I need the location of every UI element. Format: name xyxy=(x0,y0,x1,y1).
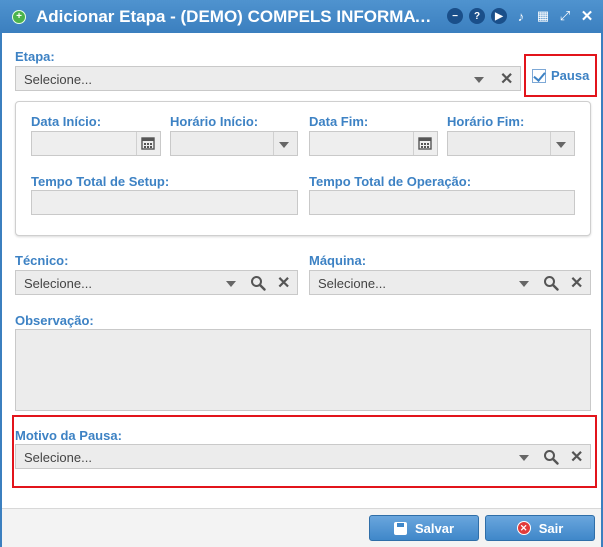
tecnico-select[interactable]: Selecione... ✕ xyxy=(15,270,298,295)
exit-button-label: Sair xyxy=(538,520,564,536)
bell-icon[interactable]: ♪ xyxy=(513,8,529,24)
chevron-down-icon[interactable] xyxy=(556,142,566,148)
separator xyxy=(136,132,137,155)
etapa-select[interactable]: Selecione... ✕ xyxy=(15,66,521,91)
play-icon[interactable]: ▶ xyxy=(491,8,507,24)
tecnico-placeholder: Selecione... xyxy=(24,276,92,291)
window-titlebar: + Adicionar Etapa - (DEMO) COMPELS INFOR… xyxy=(0,0,603,33)
data-inicio-label: Data Início: xyxy=(31,114,102,129)
close-icon[interactable]: ✕ xyxy=(579,8,595,25)
chevron-down-icon[interactable] xyxy=(226,281,236,287)
pausa-checkbox[interactable]: Pausa xyxy=(524,54,597,97)
maquina-label: Máquina: xyxy=(309,253,367,268)
help-icon[interactable]: ? xyxy=(469,8,485,24)
tempo-operacao-field xyxy=(309,190,575,215)
horario-fim-label: Horário Fim: xyxy=(447,114,525,129)
motivo-pausa-placeholder: Selecione... xyxy=(24,450,92,465)
chevron-down-icon[interactable] xyxy=(519,455,529,461)
data-fim-label: Data Fim: xyxy=(309,114,369,129)
clear-icon[interactable]: ✕ xyxy=(570,273,583,293)
minimize-icon[interactable]: − xyxy=(447,8,463,24)
etapa-placeholder: Selecione... xyxy=(24,72,92,87)
motivo-pausa-label: Motivo da Pausa: xyxy=(15,428,122,443)
chevron-down-icon[interactable] xyxy=(519,281,529,287)
maximize-icon[interactable]: ⤢ xyxy=(557,8,573,24)
search-icon[interactable] xyxy=(250,275,266,291)
chevron-down-icon[interactable] xyxy=(279,142,289,148)
separator xyxy=(273,132,274,155)
tecnico-label: Técnico: xyxy=(15,253,69,268)
clear-icon[interactable]: ✕ xyxy=(500,69,513,89)
motivo-pausa-select[interactable]: Selecione... ✕ xyxy=(15,444,591,469)
add-icon: + xyxy=(12,9,26,24)
pausa-label: Pausa xyxy=(551,68,590,83)
exit-icon: ✕ xyxy=(516,521,531,535)
window-border-left xyxy=(0,33,2,547)
checkbox-checked-icon[interactable] xyxy=(532,68,546,83)
horario-fim-select[interactable] xyxy=(447,131,575,156)
tempo-setup-field xyxy=(31,190,298,215)
window-title: Adicionar Etapa - (DEMO) COMPELS INFORMA… xyxy=(36,6,436,26)
horario-inicio-label: Horário Início: xyxy=(170,114,259,129)
save-button[interactable]: Salvar xyxy=(369,515,479,541)
maquina-placeholder: Selecione... xyxy=(318,276,386,291)
tempo-operacao-label: Tempo Total de Operação: xyxy=(309,174,472,189)
tempo-setup-label: Tempo Total de Setup: xyxy=(31,174,170,189)
chevron-down-icon[interactable] xyxy=(474,77,484,83)
data-fim-input[interactable] xyxy=(309,131,438,156)
save-icon xyxy=(393,521,407,535)
calendar-icon[interactable]: ▦ xyxy=(535,8,551,24)
observacao-textarea[interactable] xyxy=(15,329,591,411)
horario-inicio-select[interactable] xyxy=(170,131,298,156)
etapa-label: Etapa: xyxy=(15,49,55,64)
calendar-icon[interactable] xyxy=(418,136,432,150)
data-inicio-input[interactable] xyxy=(31,131,161,156)
save-button-label: Salvar xyxy=(414,520,455,536)
clear-icon[interactable]: ✕ xyxy=(277,273,290,293)
calendar-icon[interactable] xyxy=(141,136,155,150)
observacao-label: Observação: xyxy=(15,313,94,328)
maquina-select[interactable]: Selecione... ✕ xyxy=(309,270,591,295)
clear-icon[interactable]: ✕ xyxy=(570,447,583,467)
exit-button[interactable]: ✕ Sair xyxy=(485,515,595,541)
window-tools: − ? ▶ ♪ ▦ ⤢ ✕ xyxy=(447,8,595,25)
separator xyxy=(550,132,551,155)
search-icon[interactable] xyxy=(543,275,559,291)
separator xyxy=(413,132,414,155)
search-icon[interactable] xyxy=(543,449,559,465)
